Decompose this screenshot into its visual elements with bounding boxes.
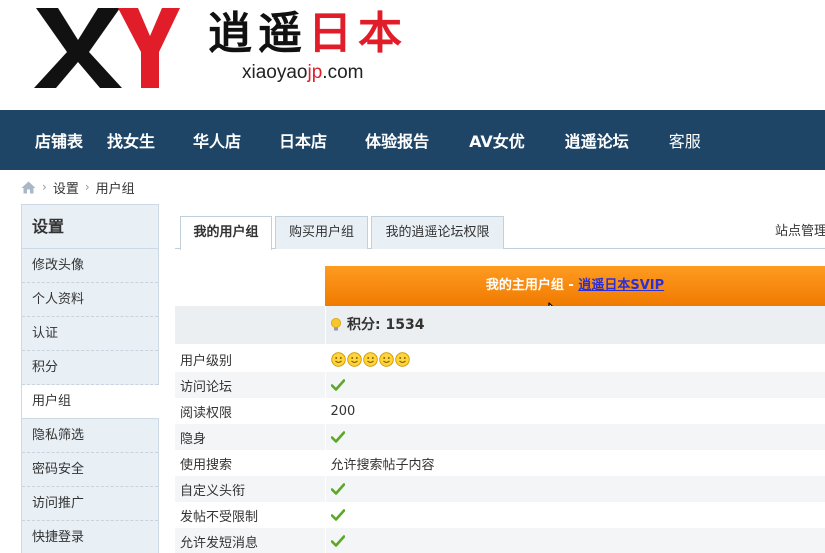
nav-item-chinese-shops[interactable]: 华人店 (193, 128, 241, 152)
table-row: 发帖不受限制 (175, 502, 825, 528)
permission-value (325, 372, 825, 398)
permission-label: 使用搜索 (175, 450, 326, 476)
usergroup-tabs: 我的用户组 购买用户组 我的逍遥论坛权限 站点管理 (175, 216, 825, 250)
sidebar-title: 设置 (22, 205, 158, 249)
points-divider (325, 306, 326, 344)
table-row: 隐身 (175, 424, 825, 450)
table-row: 自定义头衔 (175, 476, 825, 502)
table-row: 使用搜索 允许搜索帖子内容 (175, 450, 825, 476)
sidebar-item-avatar[interactable]: 修改头像 (22, 249, 158, 283)
table-row: 允许发短消息 (175, 528, 825, 553)
smiley-icon (394, 351, 410, 367)
points-value: 积分: 1534 (330, 306, 424, 344)
logo-xy[interactable] (30, 2, 180, 90)
permission-label: 阅读权限 (175, 398, 326, 424)
sidebar-item-usergroup[interactable]: 用户组 (22, 385, 159, 419)
tab-my-usergroup[interactable]: 我的用户组 (180, 216, 272, 250)
logo-name-black: 逍遥 (208, 8, 308, 59)
sidebar-item-quick-login[interactable]: 快捷登录 (22, 521, 158, 553)
points-text: 积分: 1534 (347, 317, 425, 333)
nav-item-japan-shops[interactable]: 日本店 (279, 128, 327, 152)
check-icon (330, 379, 345, 391)
main-nav: 店铺表 找女生 华人店 日本店 体验报告 AV女优 逍遥论坛 客服 (0, 110, 825, 170)
permission-value (325, 476, 825, 502)
sidebar-item-password[interactable]: 密码安全 (22, 453, 158, 487)
nav-item-find-girls[interactable]: 找女生 (107, 128, 155, 152)
permission-value: 允许搜索帖子内容 (330, 457, 435, 473)
permission-value (325, 528, 825, 553)
logo-domain-post: .com (322, 62, 364, 83)
site-header: 逍遥日本 xiaoyaojp.com (0, 0, 825, 110)
main-usergroup-header: 我的主用户组 - 逍遥日本SVIP (325, 266, 825, 306)
permission-label: 用户级别 (175, 346, 326, 372)
tab-buy-usergroup[interactable]: 购买用户组 (275, 216, 368, 249)
sidebar-item-promotion[interactable]: 访问推广 (22, 487, 158, 521)
smiley-icon (378, 351, 394, 367)
permission-label: 允许发短消息 (175, 528, 326, 553)
sidebar-item-credits[interactable]: 积分 (22, 351, 158, 385)
logo-domain: xiaoyaojp.com (242, 62, 363, 84)
nav-item-shops[interactable]: 店铺表 (35, 128, 83, 152)
permission-label: 访问论坛 (175, 372, 326, 398)
user-level-stars (330, 351, 410, 367)
permission-value (325, 424, 825, 450)
main-usergroup-link[interactable]: 逍遥日本SVIP (578, 278, 664, 293)
permission-label: 发帖不受限制 (175, 502, 326, 528)
site-admin-link[interactable]: 站点管理 (775, 216, 825, 247)
main-usergroup-prefix: 我的主用户组 - (485, 278, 579, 293)
points-row: 积分: 1534 (175, 306, 825, 344)
breadcrumb-usergroup[interactable]: 用户组 (96, 178, 135, 197)
permission-table: 用户级别 访问论坛 阅读权限 200 隐身 使用搜索 允许搜索帖子内容 自定义头衔 发帖不受限制… (175, 346, 825, 553)
check-icon (330, 483, 345, 495)
breadcrumb-separator: › (42, 180, 47, 194)
nav-item-av[interactable]: AV女优 (469, 128, 525, 152)
settings-sidebar: 设置 修改头像 个人资料 认证 积分 用户组 隐私筛选 密码安全 访问推广 快捷… (21, 204, 159, 553)
nav-item-reports[interactable]: 体验报告 (365, 128, 429, 152)
nav-item-forum[interactable]: 逍遥论坛 (565, 128, 629, 152)
table-row: 访问论坛 (175, 372, 825, 398)
breadcrumb-settings[interactable]: 设置 (53, 178, 79, 197)
lightbulb-icon (331, 318, 341, 331)
breadcrumb-separator: › (84, 180, 90, 194)
logo-domain-red: jp (307, 62, 323, 83)
check-icon (330, 509, 345, 521)
logo-name-red: 日本 (308, 8, 408, 59)
breadcrumb: › 设置 › 用户组 (21, 178, 135, 197)
permission-label: 隐身 (175, 424, 326, 450)
table-row: 阅读权限 200 (175, 398, 825, 424)
smiley-icon (346, 351, 362, 367)
sidebar-item-profile[interactable]: 个人资料 (22, 283, 158, 317)
smiley-icon (330, 351, 346, 367)
smiley-icon (362, 351, 378, 367)
check-icon (330, 431, 345, 443)
permission-value (325, 346, 825, 372)
permission-value (325, 502, 825, 528)
tab-forum-permissions[interactable]: 我的逍遥论坛权限 (371, 216, 504, 249)
table-row: 用户级别 (175, 346, 825, 372)
logo-domain-pre: xiaoyao (242, 62, 308, 83)
logo-chinese-name: 逍遥日本 (208, 8, 408, 60)
permission-value: 200 (330, 403, 356, 419)
sidebar-item-verify[interactable]: 认证 (22, 317, 158, 351)
permission-label: 自定义头衔 (175, 476, 326, 502)
sidebar-item-privacy[interactable]: 隐私筛选 (22, 419, 158, 453)
check-icon (330, 535, 345, 547)
nav-item-support[interactable]: 客服 (669, 128, 701, 152)
home-icon[interactable] (21, 181, 36, 194)
